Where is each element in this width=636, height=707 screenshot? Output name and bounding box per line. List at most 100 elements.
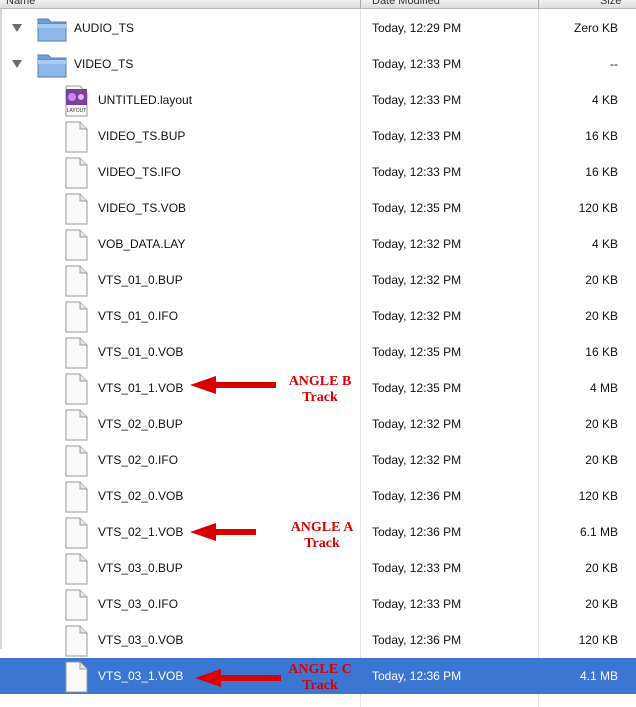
column-divider[interactable]: [360, 0, 361, 8]
file-name: VTS_03_1.VOB: [98, 669, 184, 683]
file-size: 16 KB: [585, 345, 618, 359]
date-modified: Today, 12:33 PM: [372, 561, 462, 575]
date-modified: Today, 12:32 PM: [372, 453, 462, 467]
folder-icon: [36, 13, 68, 43]
file-name: VTS_03_0.IFO: [98, 597, 179, 611]
file-size: 20 KB: [585, 561, 618, 575]
angle-c-subtitle: Track: [302, 678, 338, 693]
file-row[interactable]: VTS_03_0.BUP Today, 12:33 PM 20 KB: [0, 550, 636, 586]
file-size: 16 KB: [585, 165, 618, 179]
document-icon: [63, 193, 89, 225]
file-name: VTS_01_0.VOB: [98, 345, 184, 359]
file-name: VIDEO_TS.VOB: [98, 201, 187, 215]
date-modified: Today, 12:33 PM: [372, 165, 462, 179]
file-row[interactable]: VIDEO_TS.BUP Today, 12:33 PM 16 KB: [0, 118, 636, 154]
file-size: 4 KB: [591, 93, 618, 107]
file-size: --: [610, 57, 618, 71]
file-row[interactable]: VTS_02_0.IFO Today, 12:32 PM 20 KB: [0, 442, 636, 478]
document-icon: [63, 337, 89, 369]
file-size: 120 KB: [578, 489, 618, 503]
file-name: VTS_01_1.VOB: [98, 381, 184, 395]
angle-a-arrow: [190, 523, 256, 541]
column-header-date-modified[interactable]: Date Modified: [372, 0, 440, 8]
date-modified: Today, 12:36 PM: [372, 633, 462, 647]
angle-b-subtitle: Track: [302, 390, 338, 405]
file-name: AUDIO_TS: [74, 21, 135, 35]
date-modified: Today, 12:35 PM: [372, 381, 462, 395]
document-icon: [63, 265, 89, 297]
file-size: 4.1 MB: [579, 669, 618, 683]
date-modified: Today, 12:33 PM: [372, 129, 462, 143]
document-icon: [63, 157, 89, 189]
file-size: 120 KB: [578, 633, 618, 647]
file-row[interactable]: VTS_01_0.IFO Today, 12:32 PM 20 KB: [0, 298, 636, 334]
column-header-name[interactable]: Name: [6, 0, 35, 8]
file-name: VTS_01_0.BUP: [98, 273, 183, 287]
file-size: 4 KB: [591, 237, 618, 251]
date-modified: Today, 12:33 PM: [372, 57, 462, 71]
document-icon: [63, 229, 89, 261]
folder-icon: [36, 49, 68, 79]
file-row[interactable]: VTS_03_0.VOB Today, 12:36 PM 120 KB: [0, 622, 636, 658]
file-row[interactable]: VTS_03_0.IFO Today, 12:33 PM 20 KB: [0, 586, 636, 622]
folder-row[interactable]: AUDIO_TS Today, 12:29 PM Zero KB: [0, 10, 636, 46]
document-icon: [63, 517, 89, 549]
file-name: VTS_03_0.BUP: [98, 561, 183, 575]
disclosure-triangle-icon[interactable]: [12, 24, 22, 32]
file-name: VTS_03_0.VOB: [98, 633, 184, 647]
file-name: VOB_DATA.LAY: [98, 237, 186, 251]
file-size: 20 KB: [585, 597, 618, 611]
date-modified: Today, 12:33 PM: [372, 93, 462, 107]
file-size: 20 KB: [585, 273, 618, 287]
angle-b-label: ANGLE B Track: [272, 374, 368, 406]
column-header-size[interactable]: Size: [600, 0, 621, 8]
date-modified: Today, 12:36 PM: [372, 669, 462, 683]
folder-row[interactable]: VIDEO_TS Today, 12:33 PM --: [0, 46, 636, 82]
document-icon: [63, 589, 89, 621]
column-header-bar: Name Date Modified Size: [0, 0, 636, 9]
file-size: 16 KB: [585, 129, 618, 143]
file-size: 20 KB: [585, 417, 618, 431]
document-icon: [63, 553, 89, 585]
svg-text:LAYOUT: LAYOUT: [67, 108, 87, 114]
date-modified: Today, 12:29 PM: [372, 21, 462, 35]
document-icon: [63, 481, 89, 513]
angle-c-title: ANGLE C: [288, 662, 352, 677]
file-name: VTS_02_0.VOB: [98, 489, 184, 503]
layout-file-icon: LAYOUT: [63, 85, 89, 117]
file-size: Zero KB: [573, 21, 618, 35]
file-name: UNTITLED.layout: [98, 93, 193, 107]
document-icon: [63, 301, 89, 333]
file-row[interactable]: VIDEO_TS.VOB Today, 12:35 PM 120 KB: [0, 190, 636, 226]
angle-a-title: ANGLE A: [290, 520, 354, 535]
column-divider[interactable]: [538, 0, 539, 8]
document-icon: [63, 445, 89, 477]
file-size: 6.1 MB: [579, 525, 618, 539]
date-modified: Today, 12:36 PM: [372, 489, 462, 503]
disclosure-triangle-icon[interactable]: [12, 60, 22, 68]
file-row[interactable]: VIDEO_TS.IFO Today, 12:33 PM 16 KB: [0, 154, 636, 190]
file-name: VIDEO_TS.IFO: [98, 165, 181, 179]
angle-a-subtitle: Track: [304, 536, 340, 551]
file-name: VIDEO_TS.BUP: [98, 129, 186, 143]
file-size: 120 KB: [578, 201, 618, 215]
angle-c-label: ANGLE C Track: [272, 662, 368, 694]
date-modified: Today, 12:32 PM: [372, 417, 462, 431]
file-name: VTS_02_1.VOB: [98, 525, 184, 539]
file-row[interactable]: VTS_02_0.VOB Today, 12:36 PM 120 KB: [0, 478, 636, 514]
angle-a-label: ANGLE A Track: [274, 520, 370, 552]
file-name: VTS_02_0.BUP: [98, 417, 183, 431]
date-modified: Today, 12:32 PM: [372, 273, 462, 287]
file-row[interactable]: VTS_01_0.VOB Today, 12:35 PM 16 KB: [0, 334, 636, 370]
date-modified: Today, 12:35 PM: [372, 345, 462, 359]
file-name: VTS_01_0.IFO: [98, 309, 179, 323]
file-size: 20 KB: [585, 309, 618, 323]
file-row[interactable]: VOB_DATA.LAY Today, 12:32 PM 4 KB: [0, 226, 636, 262]
file-row[interactable]: VTS_01_0.BUP Today, 12:32 PM 20 KB: [0, 262, 636, 298]
document-icon: [63, 121, 89, 153]
document-icon: [63, 409, 89, 441]
angle-c-arrow: [195, 669, 281, 687]
date-modified: Today, 12:35 PM: [372, 201, 462, 215]
file-row[interactable]: LAYOUT UNTITLED.layout Today, 12:33 PM 4 KB: [0, 82, 636, 118]
file-row[interactable]: VTS_02_0.BUP Today, 12:32 PM 20 KB: [0, 406, 636, 442]
